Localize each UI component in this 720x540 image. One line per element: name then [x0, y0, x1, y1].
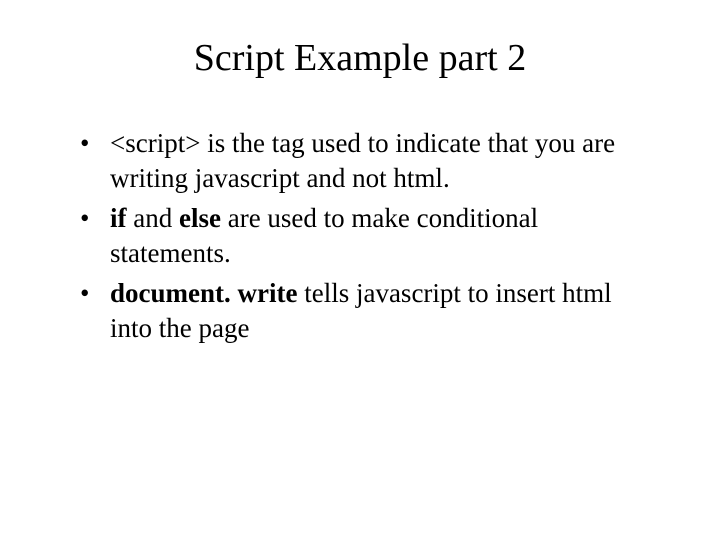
- bullet-keyword: <script>: [110, 128, 200, 158]
- bullet-text: and: [127, 203, 179, 233]
- bullet-keyword: if: [110, 203, 127, 233]
- bullet-keyword: document. write: [110, 278, 297, 308]
- bullet-item: <script> is the tag used to indicate tha…: [80, 126, 660, 195]
- bullet-item: document. write tells javascript to inse…: [80, 276, 660, 345]
- bullet-item: if and else are used to make conditional…: [80, 201, 660, 270]
- slide-title: Script Example part 2: [60, 36, 660, 80]
- bullet-list: <script> is the tag used to indicate tha…: [60, 126, 660, 345]
- slide: Script Example part 2 <script> is the ta…: [0, 0, 720, 540]
- bullet-keyword: else: [179, 203, 221, 233]
